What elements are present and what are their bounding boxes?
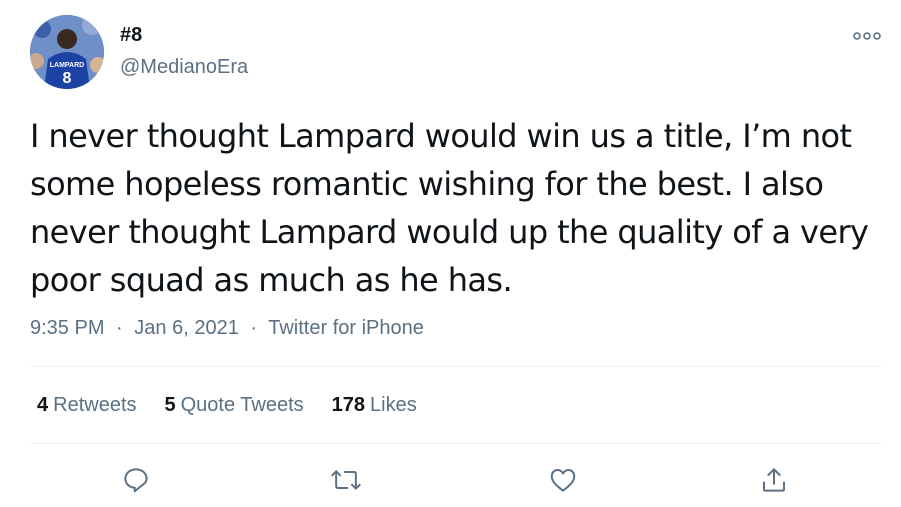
share-icon <box>763 468 785 492</box>
avatar[interactable]: LAMPARD 8 <box>30 15 104 89</box>
retweet-icon <box>331 470 361 490</box>
reply-button[interactable] <box>118 462 154 498</box>
action-bar <box>0 462 901 498</box>
retweets-count: 4 <box>37 394 49 416</box>
tweet-date[interactable]: Jan 6, 2021 <box>134 317 239 339</box>
quote-tweets-stat[interactable]: 5 Quote Tweets <box>165 394 304 417</box>
like-button[interactable] <box>545 462 581 498</box>
tweet-stats: 4 Retweets 5 Quote Tweets 178 Likes <box>37 394 417 417</box>
divider <box>30 443 881 444</box>
tweet-card: LAMPARD 8 #8 @MedianoEra I never thought… <box>0 0 901 507</box>
reply-icon <box>124 468 148 493</box>
retweets-stat[interactable]: 4 Retweets <box>37 394 137 417</box>
retweets-label: Retweets <box>53 394 137 416</box>
svg-text:8: 8 <box>63 70 72 87</box>
likes-count: 178 <box>331 394 366 416</box>
avatar-image: LAMPARD 8 <box>30 15 104 89</box>
more-options-button[interactable] <box>850 24 884 48</box>
more-dots-icon <box>853 32 881 40</box>
divider <box>30 366 881 367</box>
tweet-text: I never thought Lampard would win us a t… <box>30 117 869 299</box>
like-icon <box>550 469 576 492</box>
tweet-time[interactable]: 9:35 PM <box>30 317 104 339</box>
quote-tweets-count: 5 <box>164 394 176 416</box>
meta-separator: · <box>116 317 123 339</box>
svg-text:LAMPARD: LAMPARD <box>50 62 84 69</box>
retweet-button[interactable] <box>328 462 364 498</box>
user-handle[interactable]: @MedianoEra <box>120 56 248 79</box>
likes-label: Likes <box>370 394 417 416</box>
tweet-meta: 9:35 PM · Jan 6, 2021 · Twitter for iPho… <box>30 317 424 340</box>
display-name[interactable]: #8 <box>120 24 142 47</box>
tweet-source[interactable]: Twitter for iPhone <box>268 317 424 339</box>
likes-stat[interactable]: 178 Likes <box>332 394 417 417</box>
meta-separator: · <box>250 317 258 339</box>
quote-tweets-label: Quote Tweets <box>180 394 304 416</box>
share-button[interactable] <box>756 462 792 498</box>
